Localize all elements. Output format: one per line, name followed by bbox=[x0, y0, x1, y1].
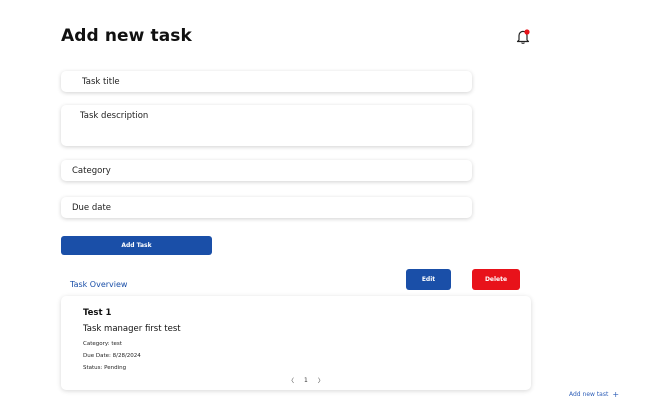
task-status: Status: Pending bbox=[83, 365, 127, 371]
next-page-icon[interactable]: 〉 bbox=[318, 376, 324, 385]
add-task-button[interactable]: Add Task bbox=[61, 236, 212, 255]
task-title-field[interactable] bbox=[61, 71, 472, 92]
pagination: 〈 1 〉 bbox=[288, 376, 324, 385]
edit-button[interactable]: Edit bbox=[406, 269, 451, 290]
delete-button[interactable]: Delete bbox=[472, 269, 520, 290]
category-input[interactable] bbox=[72, 166, 472, 176]
due-date-field[interactable] bbox=[61, 197, 472, 218]
task-description: Task manager first test bbox=[83, 324, 181, 334]
page-title: Add new task bbox=[61, 26, 192, 46]
task-title-input[interactable] bbox=[82, 77, 472, 87]
page-number[interactable]: 1 bbox=[304, 377, 308, 384]
task-card: Test 1 Task manager first test Category:… bbox=[61, 296, 531, 390]
task-description-field[interactable] bbox=[61, 105, 472, 146]
task-description-input[interactable] bbox=[80, 111, 472, 131]
bell-icon[interactable] bbox=[516, 28, 530, 45]
task-overview-title: Task Overview bbox=[70, 280, 128, 289]
task-name: Test 1 bbox=[83, 308, 112, 318]
add-new-task-link[interactable]: Add new tast + bbox=[569, 390, 619, 399]
task-category: Category: test bbox=[83, 341, 122, 347]
prev-page-icon[interactable]: 〈 bbox=[288, 376, 294, 385]
add-new-task-label: Add new tast bbox=[569, 391, 609, 398]
task-due-date: Due Date: 8/28/2024 bbox=[83, 353, 141, 359]
plus-icon: + bbox=[612, 390, 620, 399]
category-field[interactable] bbox=[61, 160, 472, 181]
due-date-input[interactable] bbox=[72, 203, 472, 213]
